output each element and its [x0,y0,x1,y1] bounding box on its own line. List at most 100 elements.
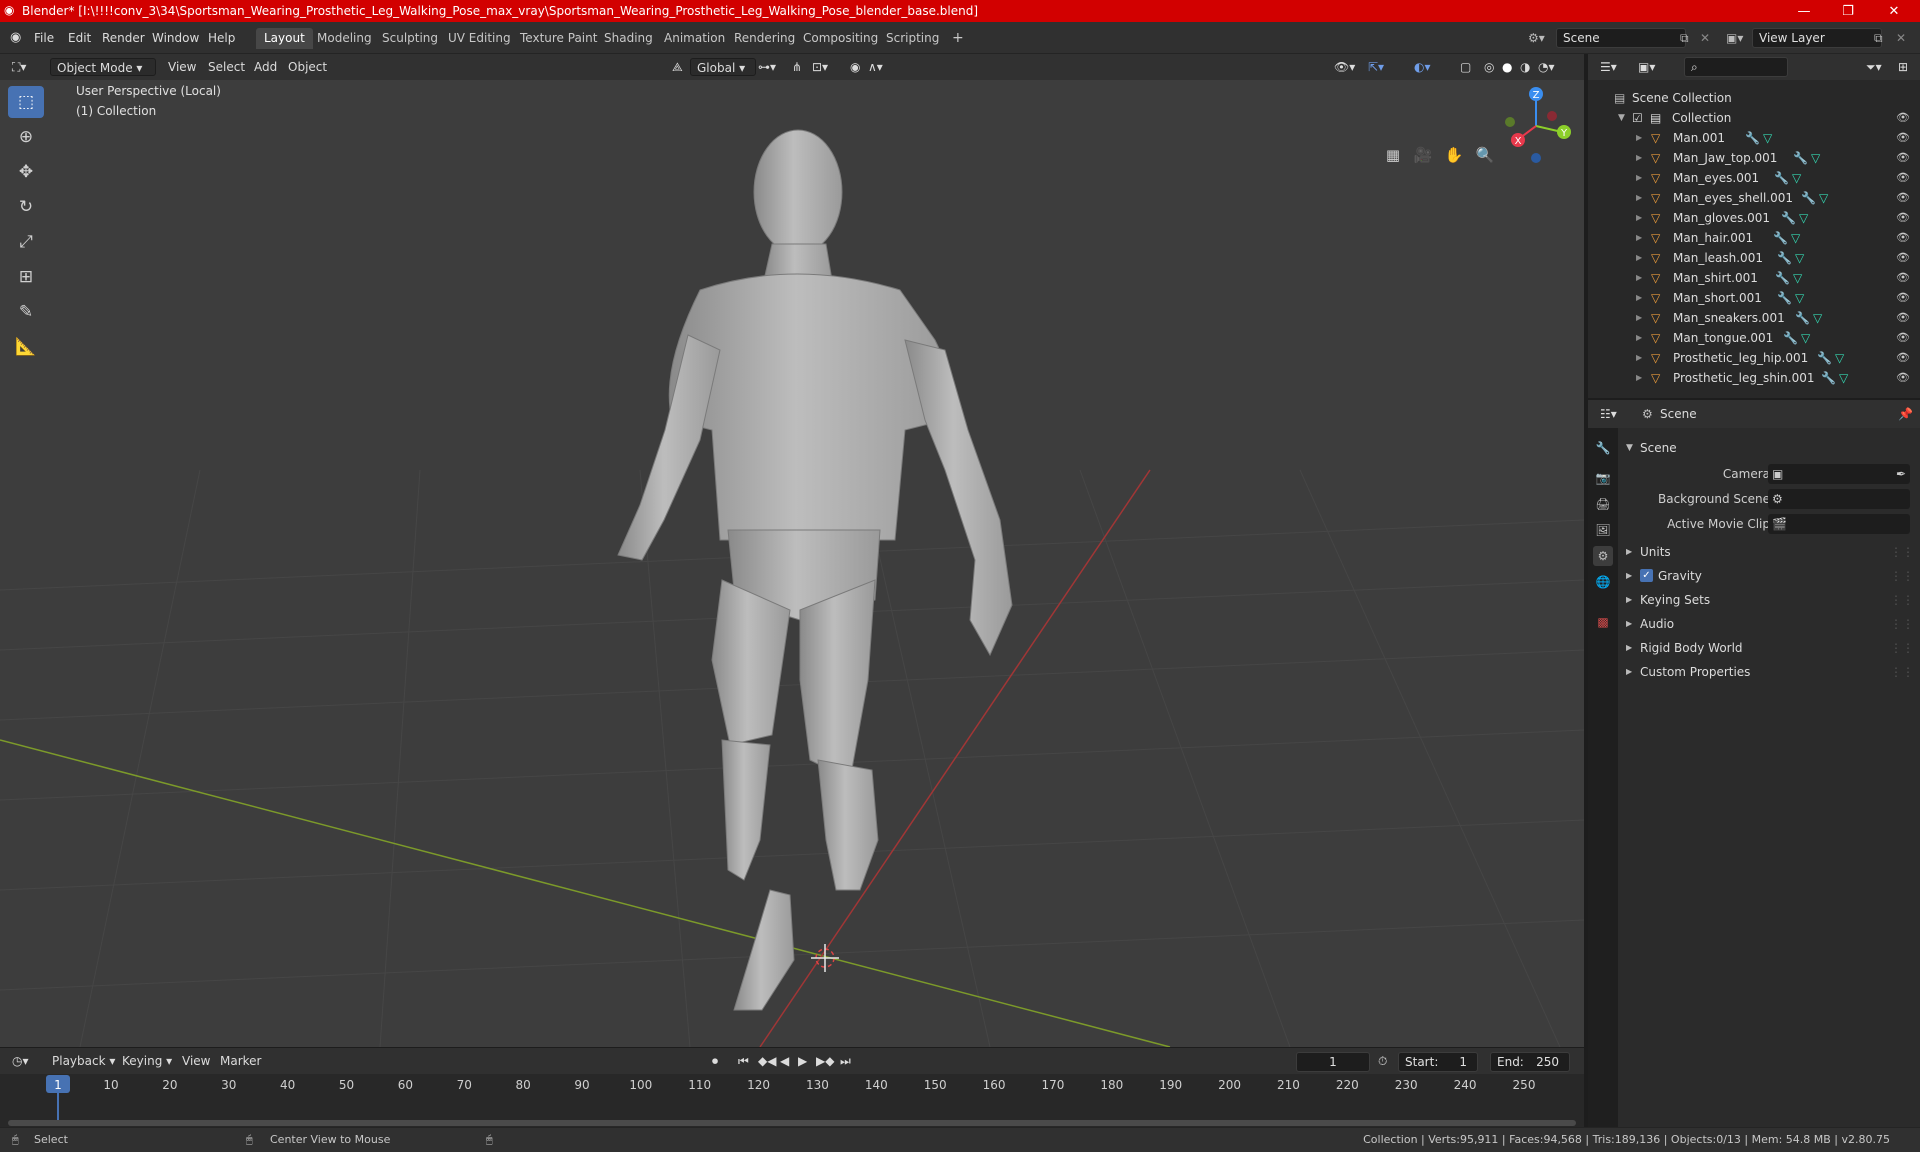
annotate-tool-icon[interactable]: ✎ [8,296,44,328]
expand-icon[interactable]: ▶ [1636,368,1642,388]
tool-tab-icon[interactable]: 🔧 [1593,438,1613,458]
menu-edit[interactable]: Edit [68,28,91,48]
outliner-item[interactable]: ▶ ▽ Man_sneakers.001 🔧 ▽ 👁 [1588,308,1920,328]
editor-type-icon[interactable]: ⛶▾ [12,58,26,76]
add-workspace-button[interactable]: + [944,28,972,49]
mesh-data-icon[interactable]: ▽ [1819,188,1828,208]
pin-icon[interactable]: 📌 [1898,405,1913,423]
timeline-editor-type-icon[interactable]: ◷▾ [12,1052,29,1070]
tab-sculpting[interactable]: Sculpting [374,28,446,49]
filter-icon[interactable]: ⏷▾ [1866,58,1882,76]
solid-shading-icon[interactable]: ● [1502,58,1512,76]
overlay-toggle-icon[interactable]: ◐▾ [1414,58,1431,76]
expand-icon[interactable]: ▶ [1636,148,1642,168]
expand-icon[interactable]: ▶ [1636,128,1642,148]
scene-selector-icon[interactable]: ⚙▾ [1528,28,1545,48]
outliner-item[interactable]: ▶ ▽ Man_tongue.001 🔧 ▽ 👁 [1588,328,1920,348]
proportional-edit-icon[interactable]: ◉ [850,58,860,76]
eye-icon[interactable]: 👁 [1896,248,1910,268]
menu-timeline-view[interactable]: View [182,1052,210,1070]
mesh-data-icon[interactable]: ▽ [1839,368,1848,388]
menu-marker[interactable]: Marker [220,1052,261,1070]
jump-start-icon[interactable]: ⏮ [738,1052,749,1070]
eye-icon[interactable]: 👁 [1896,368,1910,388]
mesh-data-icon[interactable]: ▽ [1795,288,1804,308]
delete-scene-icon[interactable]: ✕ [1700,28,1710,48]
measure-tool-icon[interactable]: 📐 [8,331,44,363]
expand-icon[interactable]: ▶ [1636,308,1642,328]
mesh-data-icon[interactable]: ▽ [1835,348,1844,368]
delete-view-layer-icon[interactable]: ✕ [1896,28,1906,48]
outliner-item[interactable]: ▶ ▽ Man_hair.001 🔧 ▽ 👁 [1588,228,1920,248]
tab-animation[interactable]: Animation [656,28,733,49]
eye-icon[interactable]: 👁 [1896,308,1910,328]
current-frame-field[interactable]: 1 [1296,1052,1370,1072]
scene-tab-icon[interactable]: ⚙ [1593,546,1613,566]
menu-select[interactable]: Select [208,58,245,76]
minimize-button[interactable]: — [1782,0,1826,22]
jump-end-icon[interactable]: ⏭ [840,1052,851,1070]
eye-icon[interactable]: 👁 [1896,208,1910,228]
xray-icon[interactable]: ▢ [1460,58,1471,76]
falloff-icon[interactable]: ∧▾ [868,58,883,76]
tab-compositing[interactable]: Compositing [795,28,886,49]
eye-icon[interactable]: 👁 [1896,108,1910,128]
properties-section[interactable]: ▶ Audio ⋮⋮ [1618,612,1920,636]
camera-view-icon[interactable]: 🎥 [1410,142,1436,168]
drag-handle-icon[interactable]: ⋮⋮ [1890,612,1914,636]
gravity-checkbox[interactable]: ✓ [1640,569,1653,582]
rendered-shading-icon[interactable]: ◔▾ [1538,58,1555,76]
next-keyframe-icon[interactable]: ▶◆ [816,1052,834,1070]
mesh-data-icon[interactable]: ▽ [1763,128,1772,148]
gizmo-toggle-icon[interactable]: ⇱▾ [1368,58,1384,76]
checkbox-icon[interactable]: ☑ [1632,108,1643,128]
expand-icon[interactable]: ▶ [1636,328,1642,348]
new-view-layer-icon[interactable]: ⧉ [1874,28,1883,48]
eye-icon[interactable]: 👁 [1896,128,1910,148]
transform-orientation-dropdown[interactable]: Global ▾ [690,58,756,76]
mesh-data-icon[interactable]: ▽ [1799,208,1808,228]
start-frame-field[interactable]: Start: 1 [1398,1052,1478,1072]
3d-viewport[interactable]: User Perspective (Local) (1) Collection … [0,54,1584,1047]
outliner-item[interactable]: ▶ ▽ Man_gloves.001 🔧 ▽ 👁 [1588,208,1920,228]
outliner-item[interactable]: ▶ ▽ Man_short.001 🔧 ▽ 👁 [1588,288,1920,308]
background-scene-field[interactable]: ⚙ [1768,489,1910,509]
menu-playback[interactable]: Playback ▾ [52,1052,115,1070]
render-tab-icon[interactable]: 📷 [1593,468,1613,488]
drag-handle-icon[interactable]: ⋮⋮ [1890,588,1914,612]
outliner-item[interactable]: ▶ ▽ Man_eyes_shell.001 🔧 ▽ 👁 [1588,188,1920,208]
menu-object[interactable]: Object [288,58,327,76]
expand-icon[interactable]: ▶ [1636,248,1642,268]
menu-keying[interactable]: Keying ▾ [122,1052,172,1070]
modifier-wrench-icon[interactable]: 🔧 [1795,308,1810,328]
menu-file[interactable]: File [34,28,54,48]
outliner-search-input[interactable]: ⌕ [1684,57,1788,77]
eye-icon[interactable]: 👁 [1896,348,1910,368]
properties-editor-type-icon[interactable]: ☷▾ [1600,405,1617,423]
pivot-icon[interactable]: ⊶▾ [758,58,776,76]
display-mode-icon[interactable]: ▣▾ [1638,58,1655,76]
tab-scripting[interactable]: Scripting [878,28,947,49]
eye-icon[interactable]: 👁 [1896,188,1910,208]
snap-icon[interactable]: ⋔ [792,58,802,76]
eye-icon[interactable]: 👁 [1896,328,1910,348]
mesh-data-icon[interactable]: ▽ [1811,148,1820,168]
select-box-tool-icon[interactable]: ⬚ [8,86,44,118]
expand-icon[interactable]: ▶ [1636,348,1642,368]
modifier-wrench-icon[interactable]: 🔧 [1801,188,1816,208]
blender-menu-icon[interactable]: ◉ [10,28,21,48]
expand-icon[interactable]: ▶ [1636,228,1642,248]
texture-tab-icon[interactable]: ▩ [1593,612,1613,632]
scene-collection-row[interactable]: ▤ Scene Collection [1588,88,1920,108]
properties-section[interactable]: ▶ Units ⋮⋮ [1618,540,1920,564]
outliner-item[interactable]: ▶ ▽ Man_Jaw_top.001 🔧 ▽ 👁 [1588,148,1920,168]
mesh-data-icon[interactable]: ▽ [1793,268,1802,288]
active-movie-clip-field[interactable]: 🎬 [1768,514,1910,534]
world-tab-icon[interactable]: 🌐 [1593,572,1613,592]
play-reverse-icon[interactable]: ◀ [780,1052,789,1070]
modifier-wrench-icon[interactable]: 🔧 [1774,168,1789,188]
expand-icon[interactable]: ▶ [1636,268,1642,288]
modifier-wrench-icon[interactable]: 🔧 [1777,288,1792,308]
mode-dropdown[interactable]: Object Mode ▾ [50,58,156,76]
menu-render[interactable]: Render [102,28,145,48]
